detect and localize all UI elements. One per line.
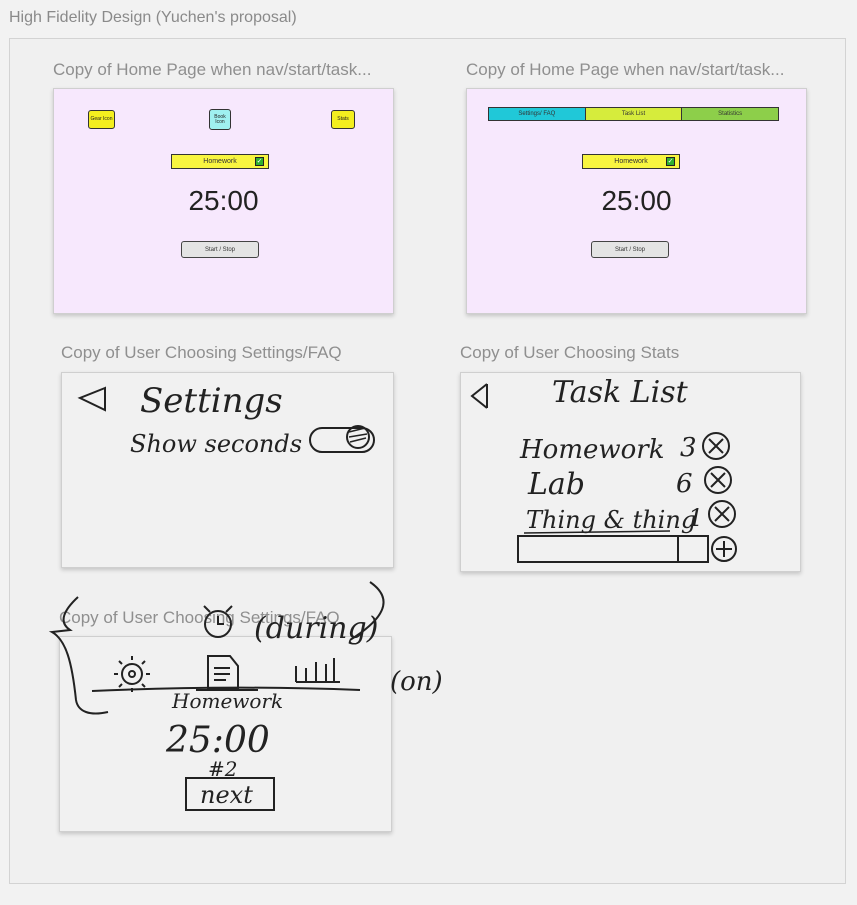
- task-selector[interactable]: Homework ✓: [582, 154, 680, 169]
- book-icon-button[interactable]: Book Icon: [209, 109, 231, 130]
- frame-label-home-tabs[interactable]: Copy of Home Page when nav/start/task...: [466, 60, 784, 80]
- gear-icon-button[interactable]: Gear Icon: [88, 110, 115, 129]
- section-title: High Fidelity Design (Yuchen's proposal): [9, 9, 297, 26]
- task-selector-label: Homework: [614, 158, 648, 165]
- frame-home-tabs[interactable]: Settings/ FAQ Task List Statistics Homew…: [466, 88, 807, 314]
- timer-display: 25:00: [188, 185, 259, 216]
- frame-label-home-sketch[interactable]: Copy of User Choosing Settings/FAQ: [59, 608, 340, 628]
- start-stop-button[interactable]: Start / Stop: [181, 241, 259, 258]
- stats-button[interactable]: Stats: [331, 110, 355, 129]
- frame-stats-sketch[interactable]: [460, 372, 801, 572]
- frame-label-settings[interactable]: Copy of User Choosing Settings/FAQ: [61, 343, 342, 363]
- frame-label-home-icons[interactable]: Copy of Home Page when nav/start/task...: [53, 60, 371, 80]
- check-icon[interactable]: ✓: [666, 157, 675, 166]
- start-stop-button[interactable]: Start / Stop: [591, 241, 669, 258]
- tab-task-list[interactable]: Task List: [585, 108, 683, 120]
- task-selector[interactable]: Homework ✓: [171, 154, 269, 169]
- task-selector-label: Homework: [203, 158, 237, 165]
- tab-bar: Settings/ FAQ Task List Statistics: [488, 107, 779, 121]
- tab-statistics[interactable]: Statistics: [682, 108, 779, 120]
- frame-home-sketch[interactable]: [59, 636, 392, 832]
- frame-settings-sketch[interactable]: [61, 372, 394, 568]
- check-icon[interactable]: ✓: [255, 157, 264, 166]
- frame-home-icons[interactable]: Gear Icon Book Icon Stats Homework ✓ 25:…: [53, 88, 394, 314]
- frame-label-stats[interactable]: Copy of User Choosing Stats: [460, 343, 679, 363]
- tab-settings-faq[interactable]: Settings/ FAQ: [489, 108, 586, 120]
- timer-display: 25:00: [601, 185, 672, 216]
